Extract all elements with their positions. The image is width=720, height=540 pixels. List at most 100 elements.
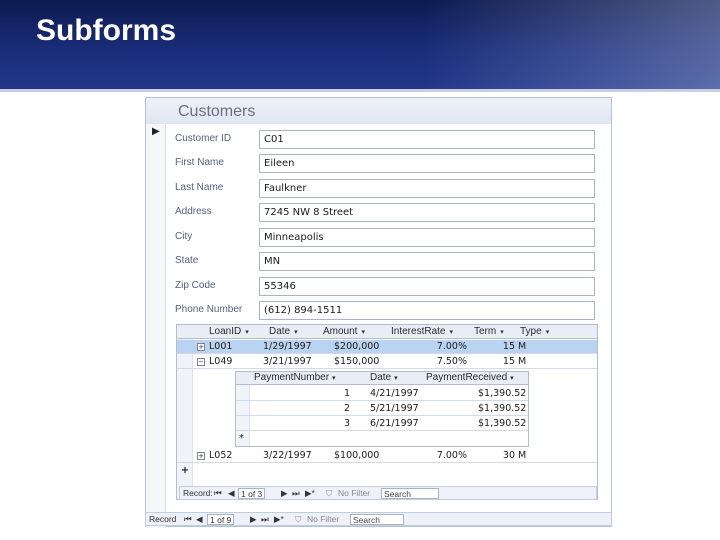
- next-record-icon[interactable]: ▶: [250, 514, 257, 525]
- loan-rate-cell: 7.00%: [436, 341, 467, 352]
- sort-dropdown-icon: ▾: [294, 329, 298, 336]
- state-field[interactable]: MN: [259, 252, 595, 271]
- loan-type-cell: M: [518, 356, 527, 367]
- next-record-icon[interactable]: ▶: [281, 488, 288, 499]
- loan-id-cell: L001: [209, 341, 233, 352]
- sort-dropdown-icon: ▾: [245, 329, 249, 336]
- label-last-name: Last Name: [175, 182, 224, 193]
- main-record-navigator: Record ⏮ ◀ 1 of 9 ▶ ⏭ ▶* ⛉ No Filter Sea…: [145, 512, 612, 526]
- sort-dropdown-icon: ▾: [361, 329, 365, 336]
- zip-code-field[interactable]: 55346: [259, 277, 595, 296]
- record-label: Record: [149, 514, 177, 524]
- search-box[interactable]: Search: [350, 514, 404, 525]
- loan-type-cell: M: [518, 450, 527, 461]
- label-state: State: [175, 255, 199, 266]
- new-record-icon[interactable]: ▶*: [305, 488, 315, 499]
- sort-dropdown-icon: ▾: [332, 375, 336, 382]
- last-record-icon[interactable]: ⏭: [292, 488, 300, 499]
- previous-record-icon[interactable]: ◀: [196, 514, 203, 525]
- loan-term-cell: 30: [502, 450, 515, 461]
- loan-amount-cell: $200,000: [334, 341, 380, 352]
- form-header: Customers: [146, 98, 611, 124]
- payment-date-cell: 5/21/1997: [370, 403, 419, 414]
- loan-row[interactable]: − L049 3/21/1997 $150,000 7.50% 15 M: [177, 355, 597, 369]
- first-record-icon[interactable]: ⏮: [184, 514, 192, 525]
- loan-date-cell: 3/22/1997: [263, 450, 312, 461]
- address-field[interactable]: 7245 NW 8 Street: [259, 203, 595, 222]
- filter-icon[interactable]: ⛉: [295, 514, 301, 525]
- loan-row[interactable]: + L001 1/29/1997 $200,000 7.00% 15 M: [177, 340, 597, 354]
- expand-icon[interactable]: +: [197, 343, 205, 351]
- sort-dropdown-icon: ▾: [510, 375, 514, 382]
- new-record-icon: +: [181, 465, 189, 476]
- first-record-icon[interactable]: ⏮: [214, 488, 222, 499]
- payment-new-row[interactable]: *: [236, 431, 528, 446]
- payment-date-cell: 4/21/1997: [370, 388, 419, 399]
- col-payment-number[interactable]: PaymentNumber ▾: [254, 372, 336, 383]
- slide-title-bar: Subforms: [0, 0, 720, 92]
- loan-rate-cell: 7.50%: [436, 356, 467, 367]
- loan-id-cell: L049: [209, 356, 233, 367]
- label-customer-id: Customer ID: [175, 133, 232, 144]
- col-amount[interactable]: Amount ▾: [323, 326, 365, 337]
- payment-number-cell: 3: [343, 418, 350, 429]
- loan-date-cell: 1/29/1997: [263, 341, 312, 352]
- title-underline: [0, 89, 720, 92]
- label-phone-number: Phone Number: [175, 304, 243, 315]
- payment-received-cell: $1,390.52: [478, 388, 527, 399]
- payments-subform: PaymentNumber ▾ Date ▾ PaymentReceived ▾ 1 …: [235, 371, 529, 447]
- form-title: Customers: [178, 103, 256, 120]
- loan-row[interactable]: + L052 3/22/1997 $100,000 7.00% 30 M: [177, 449, 597, 463]
- loan-amount-cell: $100,000: [334, 450, 380, 461]
- record-position-field[interactable]: 1 of 9: [207, 514, 235, 525]
- loan-id-cell: L052: [209, 450, 233, 461]
- label-first-name: First Name: [175, 157, 224, 168]
- last-record-icon[interactable]: ⏭: [261, 514, 269, 525]
- previous-record-icon[interactable]: ◀: [228, 488, 235, 499]
- loan-new-row[interactable]: +: [177, 464, 597, 478]
- label-address: Address: [175, 206, 212, 217]
- payments-header-row: PaymentNumber ▾ Date ▾ PaymentReceived ▾: [236, 372, 528, 385]
- filter-icon[interactable]: ⛉: [326, 488, 332, 499]
- search-box[interactable]: Search: [381, 488, 439, 499]
- payment-received-cell: $1,390.52: [478, 418, 527, 429]
- col-payment-date[interactable]: Date ▾: [370, 372, 398, 383]
- new-record-icon[interactable]: ▶*: [274, 514, 284, 525]
- last-name-field[interactable]: Faulkner: [259, 179, 595, 198]
- col-date[interactable]: Date ▾: [269, 326, 298, 337]
- label-zip-code: Zip Code: [175, 280, 216, 291]
- payment-number-cell: 1: [343, 388, 350, 399]
- col-term[interactable]: Term ▾: [474, 326, 504, 337]
- phone-number-field[interactable]: (612) 894-1511: [259, 301, 595, 320]
- city-field[interactable]: Minneapolis: [259, 228, 595, 247]
- first-name-field[interactable]: Eileen: [259, 154, 595, 173]
- payment-received-cell: $1,390.52: [478, 403, 527, 414]
- no-filter-button[interactable]: No Filter: [338, 488, 370, 498]
- col-loan-id[interactable]: LoanID ▾: [209, 326, 249, 337]
- sort-dropdown-icon: ▾: [394, 375, 398, 382]
- expand-icon[interactable]: +: [197, 452, 205, 460]
- col-interest-rate[interactable]: InterestRate ▾: [391, 326, 453, 337]
- col-payment-received[interactable]: PaymentReceived ▾: [426, 372, 514, 383]
- payment-date-cell: 6/21/1997: [370, 418, 419, 429]
- payment-row[interactable]: 2 5/21/1997 $1,390.52: [236, 401, 528, 416]
- loan-date-cell: 3/21/1997: [263, 356, 312, 367]
- loan-term-cell: 15: [502, 341, 515, 352]
- payment-row[interactable]: 1 4/21/1997 $1,390.52: [236, 386, 528, 401]
- new-record-icon: *: [239, 433, 244, 444]
- label-city: City: [175, 231, 193, 242]
- no-filter-button[interactable]: No Filter: [307, 514, 339, 524]
- payment-number-cell: 2: [343, 403, 350, 414]
- record-position-field[interactable]: 1 of 3: [238, 488, 266, 499]
- customer-id-field[interactable]: C01: [259, 130, 595, 149]
- col-type[interactable]: Type ▾: [520, 326, 549, 337]
- loans-subform: LoanID ▾ Date ▾ Amount ▾ InterestRate ▾ Term…: [176, 324, 598, 500]
- payment-row[interactable]: 3 6/21/1997 $1,390.52: [236, 416, 528, 431]
- loan-rate-cell: 7.00%: [436, 450, 467, 461]
- sort-dropdown-icon: ▾: [545, 329, 550, 336]
- slide-title: Subforms: [36, 14, 177, 47]
- title-bar-gradient: [420, 0, 720, 92]
- record-selector[interactable]: ▶: [146, 124, 166, 528]
- collapse-icon[interactable]: −: [197, 358, 205, 366]
- loan-term-cell: 15: [502, 356, 515, 367]
